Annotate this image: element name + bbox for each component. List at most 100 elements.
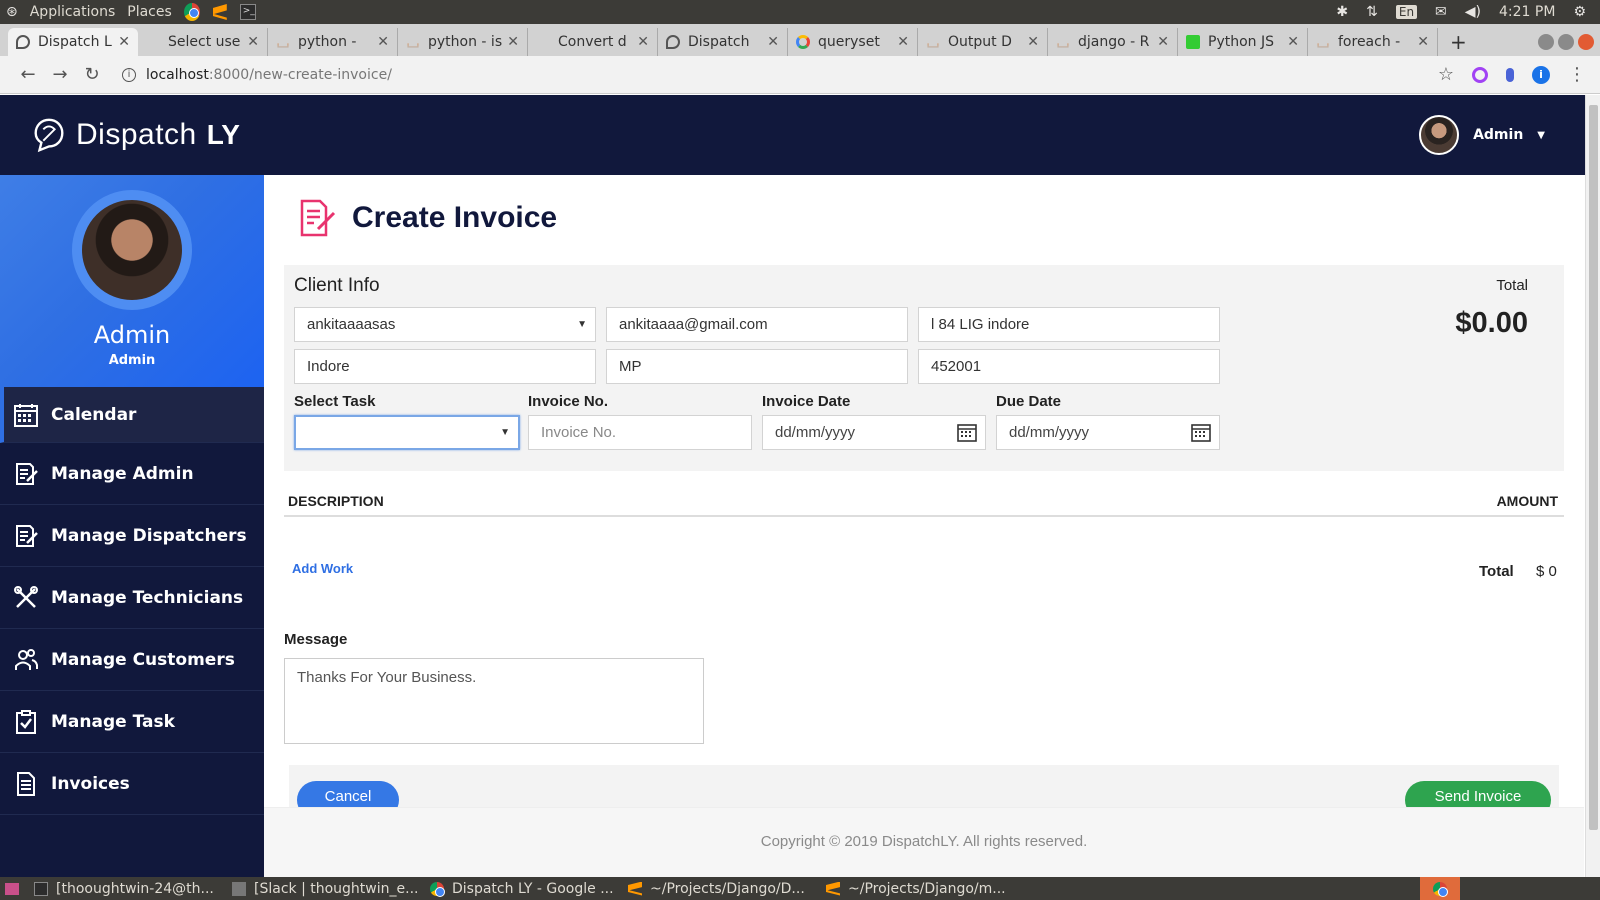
close-tab-icon[interactable]: ✕ <box>897 34 909 50</box>
close-tab-icon[interactable]: ✕ <box>1287 34 1299 50</box>
city-field[interactable]: Indore <box>294 349 596 384</box>
profile-icon[interactable]: i <box>1532 65 1550 84</box>
browser-tab[interactable]: python - ✕ <box>268 28 398 56</box>
sidebar-item-manage-dispatchers[interactable]: Manage Dispatchers <box>0 505 264 567</box>
state-field[interactable]: MP <box>606 349 908 384</box>
close-window-button[interactable] <box>1578 34 1594 50</box>
page-scrollbar[interactable] <box>1585 95 1600 877</box>
calendar-icon[interactable] <box>1191 422 1211 442</box>
ubuntu-menu-icon[interactable]: ⊛ <box>6 4 18 20</box>
client-select[interactable]: ankitaaaasas ▼ <box>294 307 596 342</box>
terminal-icon <box>34 881 48 896</box>
avatar <box>1419 115 1460 155</box>
sidebar-item-manage-admin[interactable]: Manage Admin <box>0 443 264 505</box>
network-tray-icon[interactable]: ⇅ <box>1366 4 1378 20</box>
volume-tray-icon[interactable]: ◀) <box>1465 4 1481 20</box>
address-field[interactable]: l 84 LIG indore <box>918 307 1220 342</box>
zip-field[interactable]: 452001 <box>918 349 1220 384</box>
taskbar-item[interactable]: ~/Projects/Django/D... <box>618 881 816 897</box>
clock[interactable]: 4:21 PM <box>1499 4 1555 20</box>
microphone-icon[interactable] <box>1506 67 1514 82</box>
browser-tab[interactable]: Dispatch ✕ <box>658 28 788 56</box>
scrollbar-thumb[interactable] <box>1589 105 1598 830</box>
message-textarea[interactable]: Thanks For Your Business. <box>284 658 704 744</box>
add-work-link[interactable]: Add Work <box>292 561 353 576</box>
taskbar-item[interactable]: ~/Projects/Django/m... <box>816 881 1014 897</box>
new-tab-button[interactable]: + <box>1438 28 1479 56</box>
stackoverflow-icon <box>407 43 419 48</box>
browser-tab[interactable]: Convert d ✕ <box>528 28 658 56</box>
browser-tab[interactable]: Dispatch L ✕ <box>8 28 138 56</box>
footer: Copyright © 2019 DispatchLY. All rights … <box>264 807 1584 877</box>
browser-tab[interactable]: python - is ✕ <box>398 28 528 56</box>
sidebar-item-manage-customers[interactable]: Manage Customers <box>0 629 264 691</box>
stackoverflow-icon <box>277 43 289 48</box>
invoice-no-input[interactable]: Invoice No. <box>528 415 752 450</box>
select-task-dropdown[interactable]: ▼ <box>294 415 520 450</box>
taskbar-item[interactable]: [Slack | thoughtwin_e... <box>222 881 420 897</box>
sidebar-item-manage-technicians[interactable]: Manage Technicians <box>0 567 264 629</box>
bookmark-star-icon[interactable]: ☆ <box>1438 64 1454 85</box>
cancel-button[interactable]: Cancel <box>297 781 399 807</box>
reload-icon[interactable]: ↻ <box>76 64 108 85</box>
sublime-launcher-icon[interactable] <box>212 4 228 20</box>
maximize-window-button[interactable] <box>1558 34 1574 50</box>
email-field[interactable]: ankitaaaa@gmail.com <box>606 307 908 342</box>
sidebar-item-manage-task[interactable]: Manage Task <box>0 691 264 753</box>
invoice-date-input[interactable]: dd/mm/yyyy <box>762 415 986 450</box>
show-desktop-button[interactable] <box>0 877 24 900</box>
taskbar-item[interactable]: [thooughtwin-24@th... <box>24 881 222 897</box>
keyboard-layout-indicator[interactable]: En <box>1395 5 1418 19</box>
browser-tab[interactable]: Output D ✕ <box>918 28 1048 56</box>
browser-tab[interactable]: queryset ✕ <box>788 28 918 56</box>
taskbar-item[interactable]: Dispatch LY - Google ... <box>420 881 618 897</box>
close-tab-icon[interactable]: ✕ <box>247 34 259 50</box>
forward-arrow-icon[interactable]: → <box>44 64 76 85</box>
places-menu[interactable]: Places <box>127 4 172 20</box>
calendar-icon[interactable] <box>957 422 977 442</box>
close-tab-icon[interactable]: ✕ <box>377 34 389 50</box>
close-tab-icon[interactable]: ✕ <box>767 34 779 50</box>
invoice-icon <box>12 770 40 798</box>
minimize-window-button[interactable] <box>1538 34 1554 50</box>
extension-icon[interactable] <box>1472 66 1488 83</box>
app-header: Dispatch LY Admin ▼ <box>0 95 1585 175</box>
close-tab-icon[interactable]: ✕ <box>507 34 519 50</box>
url-host: localhost <box>146 66 209 83</box>
info-icon[interactable]: i <box>122 67 136 82</box>
sidebar-item-label: Manage Admin <box>51 463 194 484</box>
brand-name: Dispatch <box>76 118 197 151</box>
back-arrow-icon[interactable]: ← <box>12 64 44 85</box>
applications-menu[interactable]: Applications <box>30 4 116 20</box>
browser-tab[interactable]: django - R ✕ <box>1048 28 1178 56</box>
slack-tray-icon[interactable]: ✱ <box>1336 4 1348 20</box>
browser-tab[interactable]: Python JS ✕ <box>1178 28 1308 56</box>
close-tab-icon[interactable]: ✕ <box>637 34 649 50</box>
invoice-no-label: Invoice No. <box>528 393 609 410</box>
close-tab-icon[interactable]: ✕ <box>1157 34 1169 50</box>
terminal-launcher-icon[interactable]: >_ <box>239 4 256 20</box>
calendar-icon <box>12 401 40 429</box>
chrome-icon <box>430 881 445 897</box>
brand-logo[interactable]: Dispatch LY <box>30 116 240 154</box>
more-options-icon[interactable]: ⋮ <box>1568 64 1586 85</box>
form-actions: Cancel Send Invoice <box>289 765 1559 807</box>
send-invoice-button[interactable]: Send Invoice <box>1405 781 1551 807</box>
chrome-launcher-icon[interactable] <box>183 3 200 21</box>
settings-gear-icon[interactable]: ⚙ <box>1573 4 1586 20</box>
sidebar: Admin Admin Calendar Manage Admin Manage… <box>0 175 264 877</box>
browser-tab[interactable]: foreach - ✕ <box>1308 28 1438 56</box>
sidebar-item-calendar[interactable]: Calendar <box>0 387 264 443</box>
due-date-input[interactable]: dd/mm/yyyy <box>996 415 1220 450</box>
close-tab-icon[interactable]: ✕ <box>1417 34 1429 50</box>
close-tab-icon[interactable]: ✕ <box>118 34 130 50</box>
sidebar-item-invoices[interactable]: Invoices <box>0 753 264 815</box>
json-icon <box>1186 35 1200 49</box>
browser-tab[interactable]: Select use ✕ <box>138 28 268 56</box>
close-tab-icon[interactable]: ✕ <box>1027 34 1039 50</box>
user-menu[interactable]: Admin ▼ <box>1419 115 1545 155</box>
stackoverflow-icon <box>927 43 939 48</box>
mail-tray-icon[interactable]: ✉ <box>1435 4 1447 20</box>
url-bar[interactable]: i localhost:8000/new-create-invoice/ <box>122 67 392 83</box>
workspace-switcher[interactable] <box>1420 877 1460 900</box>
